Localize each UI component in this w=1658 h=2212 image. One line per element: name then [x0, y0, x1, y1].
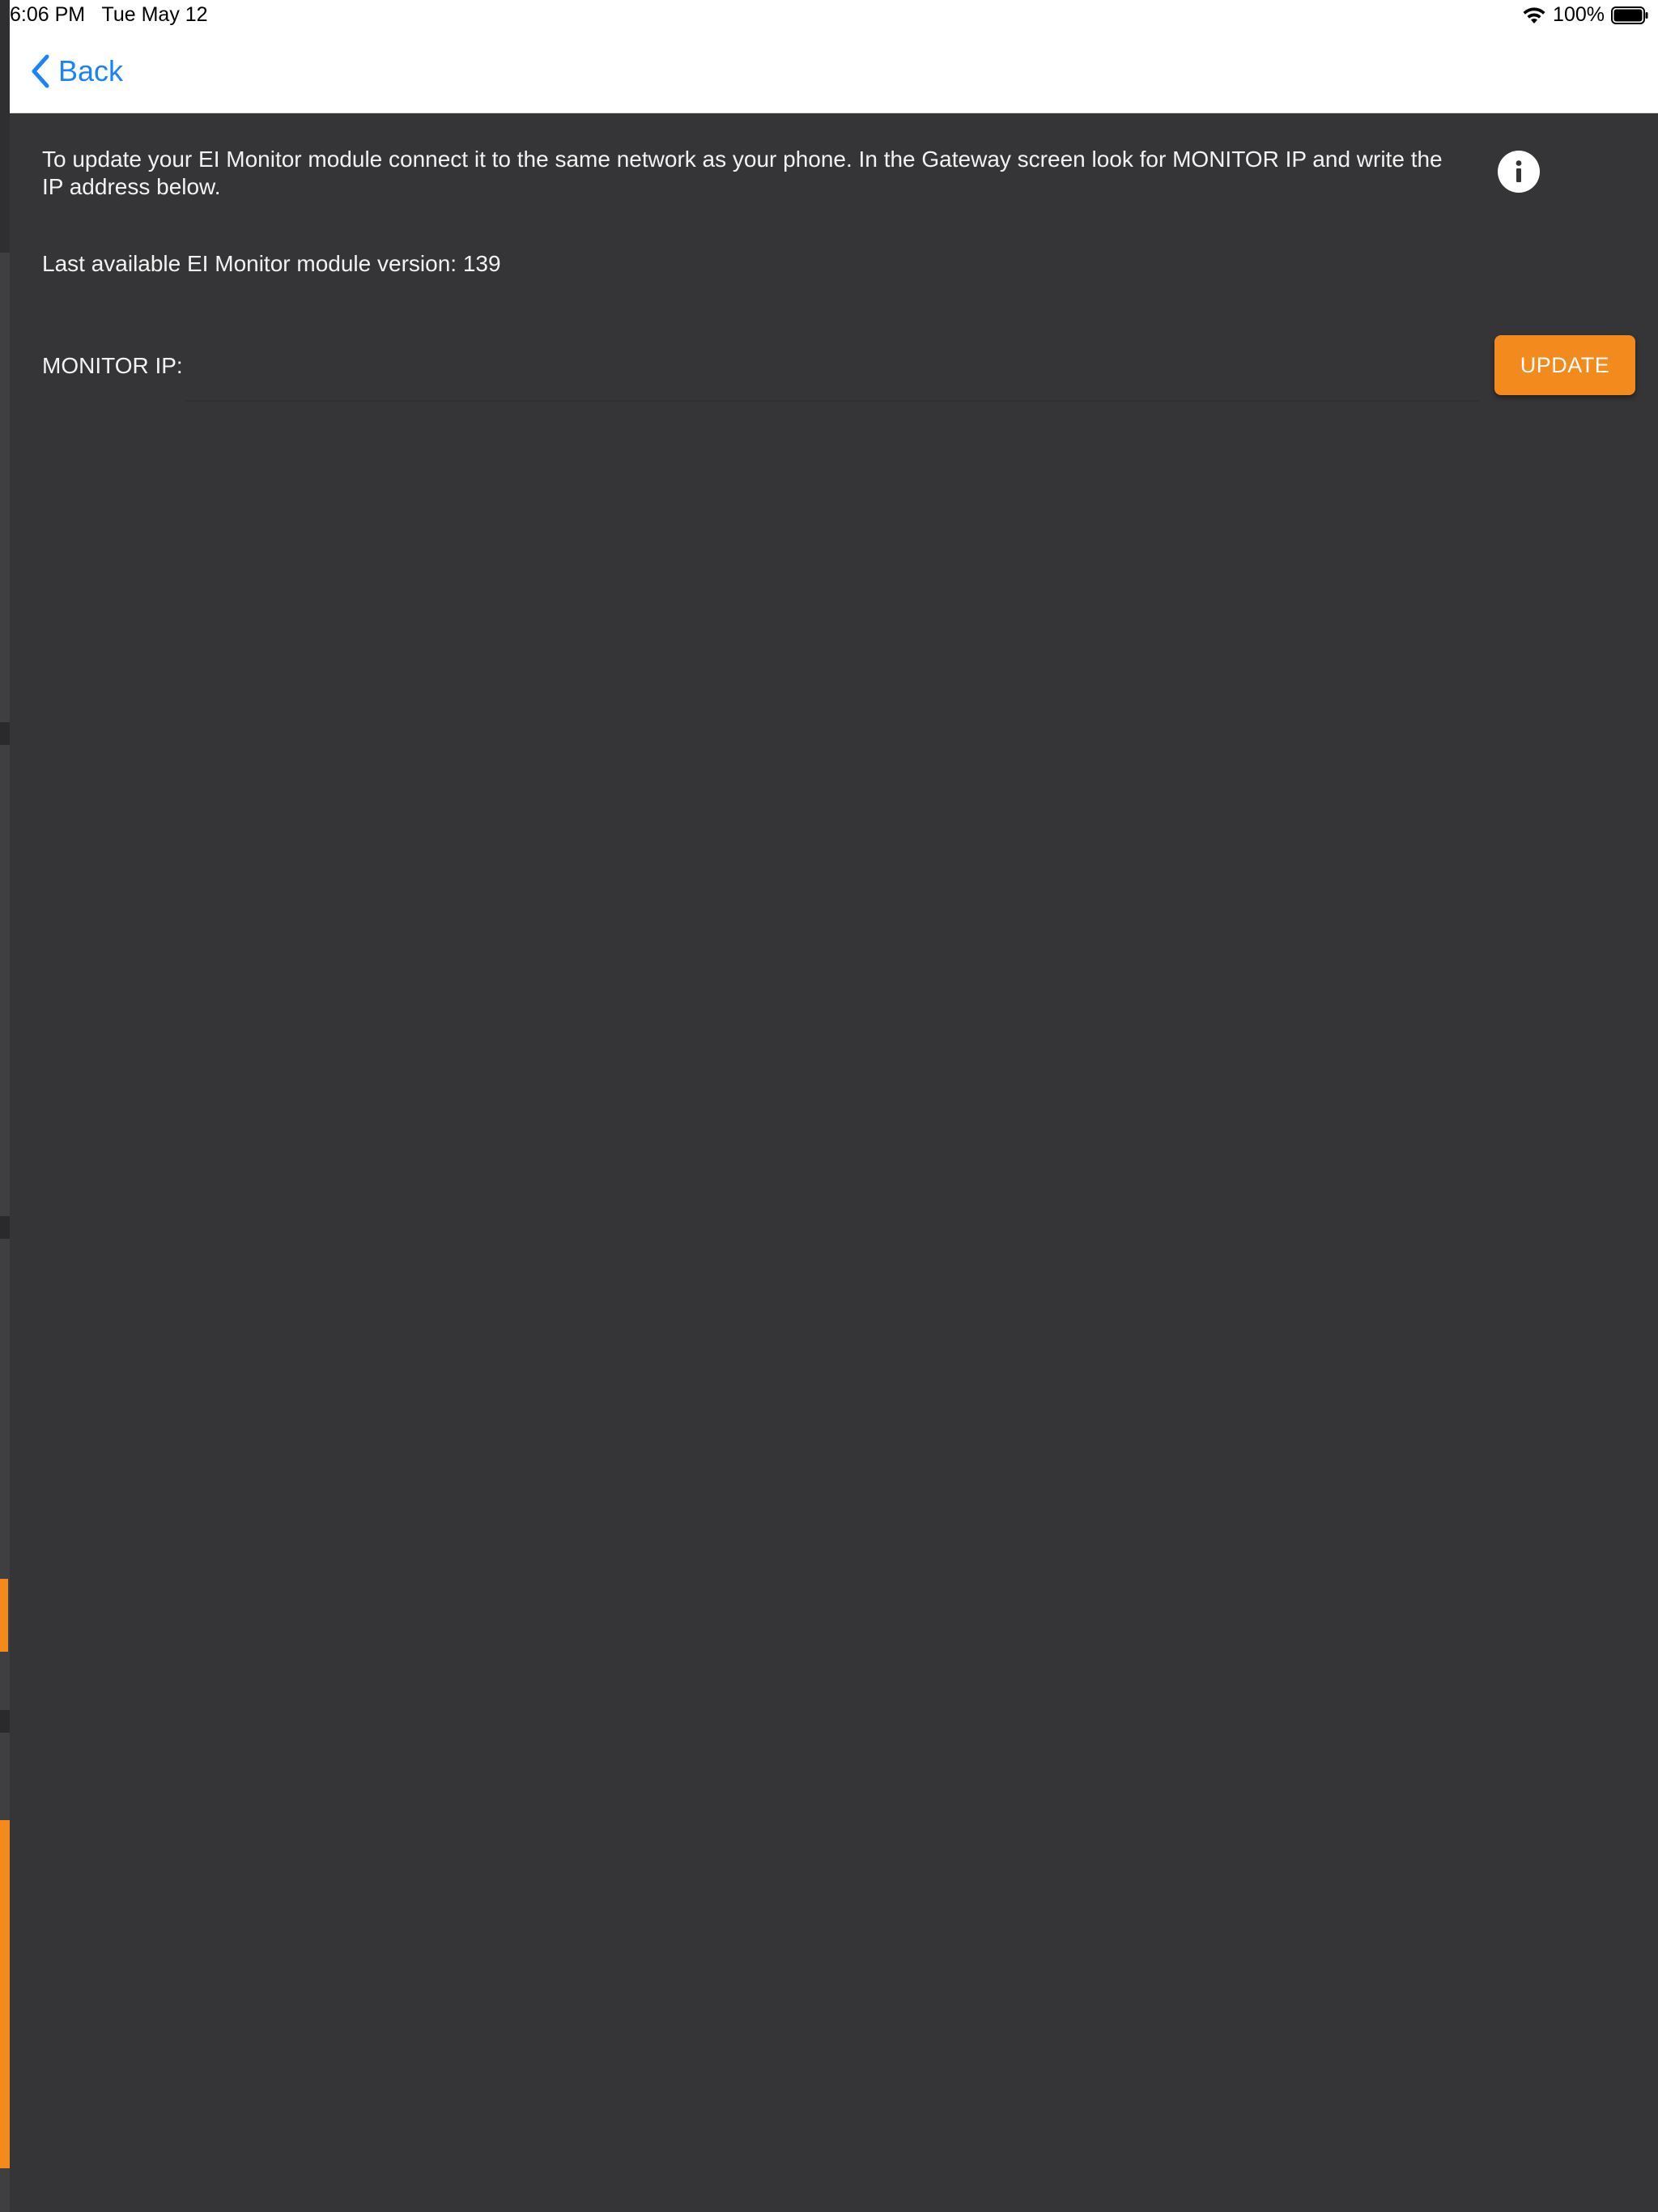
master-panel-divider [0, 722, 10, 745]
module-version-text: Last available EI Monitor module version… [42, 251, 501, 276]
info-icon[interactable] [1498, 151, 1540, 193]
chevron-left-icon [29, 53, 50, 89]
status-bar-date: Tue May 12 [101, 3, 208, 26]
update-instructions: To update your EI Monitor module connect… [42, 147, 1443, 199]
monitor-ip-input[interactable] [185, 337, 1480, 402]
navigation-bar: 6:06 PM Tue May 12 100% Back [10, 0, 1658, 113]
back-label: Back [58, 54, 124, 87]
status-bar-right: 100% [1522, 3, 1648, 27]
battery-percentage: 100% [1553, 3, 1605, 26]
master-panel-divider [0, 1216, 10, 1239]
wifi-icon [1522, 6, 1546, 25]
back-button[interactable]: Back [29, 53, 123, 89]
master-panel-selected-item [0, 1820, 10, 2168]
update-monitor-screen: 6:06 PM Tue May 12 100% Back To update y… [0, 0, 1658, 2212]
monitor-ip-label: MONITOR IP: [42, 353, 183, 378]
status-bar-time: 6:06 PM Tue May 12 [10, 3, 208, 26]
master-panel-divider [0, 1710, 10, 1733]
master-panel-edge-top [0, 0, 10, 253]
battery-icon [1611, 6, 1648, 24]
master-panel-accent [0, 1579, 8, 1652]
update-button[interactable]: UPDATE [1494, 335, 1635, 395]
